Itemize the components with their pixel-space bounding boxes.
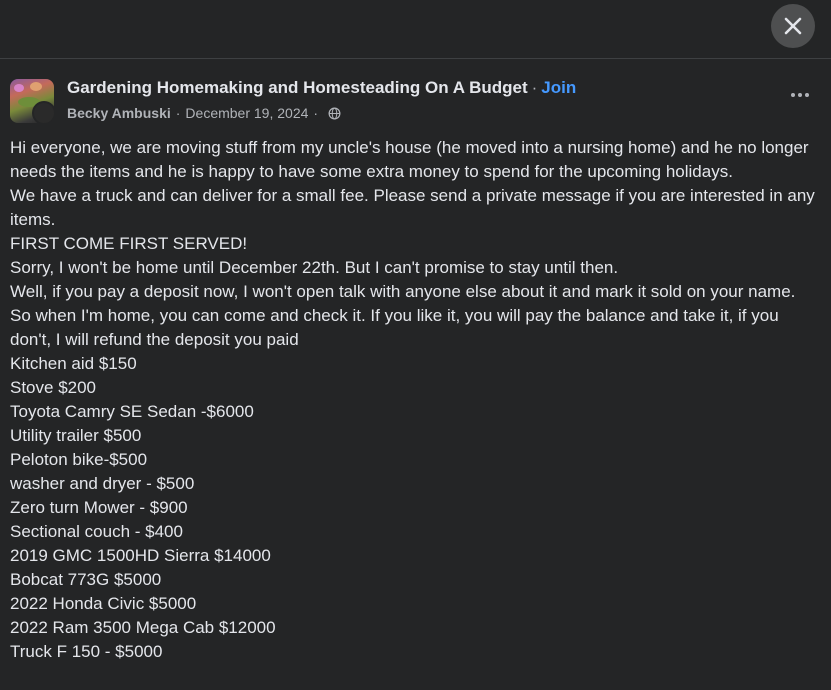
post-paragraph: Utility trailer $500	[10, 426, 142, 445]
more-dot	[805, 93, 809, 97]
author-name-link[interactable]: Becky Ambuski	[67, 105, 171, 121]
top-divider	[0, 58, 831, 59]
post-paragraph: Sectional couch - $400	[10, 522, 183, 541]
close-icon	[784, 17, 802, 35]
post-paragraph: 2022 Honda Civic $5000	[10, 594, 197, 613]
post-paragraph: FIRST COME FIRST SERVED!	[10, 234, 248, 253]
author-avatar[interactable]	[32, 101, 54, 123]
group-line: Gardening Homemaking and Homesteading On…	[67, 78, 576, 98]
post-paragraph: We have a truck and can deliver for a sm…	[10, 186, 815, 229]
more-dot	[798, 93, 802, 97]
post-paragraph: Truck F 150 - $5000	[10, 642, 163, 661]
globe-icon	[328, 107, 341, 119]
post-date-link[interactable]: December 19, 2024	[185, 105, 308, 121]
more-options-button[interactable]	[789, 84, 811, 106]
separator-dot: ·	[531, 78, 538, 97]
separator-dot: ·	[313, 105, 319, 121]
post-paragraph: Peloton bike-$500	[10, 450, 148, 469]
post-paragraph: Well, if you pay a deposit now, I won't …	[10, 282, 796, 349]
post-body: Hi everyone, we are moving stuff from my…	[10, 136, 818, 664]
post-meta: Becky Ambuski · December 19, 2024 ·	[67, 105, 341, 121]
post-paragraph: Zero turn Mower - $900	[10, 498, 188, 517]
post-paragraph: Hi everyone, we are moving stuff from my…	[10, 138, 809, 181]
top-bar	[0, 0, 831, 58]
group-name-link[interactable]: Gardening Homemaking and Homesteading On…	[67, 78, 528, 97]
post-paragraph: Sorry, I won't be home until December 22…	[10, 258, 619, 277]
post-paragraph: 2022 Ram 3500 Mega Cab $12000	[10, 618, 276, 637]
post-paragraph: Bobcat 773G $5000	[10, 570, 162, 589]
more-dot	[791, 93, 795, 97]
close-button[interactable]	[771, 4, 815, 48]
post-paragraph: washer and dryer - $500	[10, 474, 195, 493]
post-paragraph: 2019 GMC 1500HD Sierra $14000	[10, 546, 271, 565]
post-header: Gardening Homemaking and Homesteading On…	[10, 76, 821, 128]
group-avatar[interactable]	[10, 79, 54, 123]
post-viewer: Gardening Homemaking and Homesteading On…	[0, 0, 831, 690]
post-paragraph: Kitchen aid $150	[10, 354, 137, 373]
post-paragraph: Stove $200	[10, 378, 97, 397]
separator-dot: ·	[175, 105, 181, 121]
join-button[interactable]: Join	[541, 78, 576, 97]
post-paragraph: Toyota Camry SE Sedan -$6000	[10, 402, 254, 421]
